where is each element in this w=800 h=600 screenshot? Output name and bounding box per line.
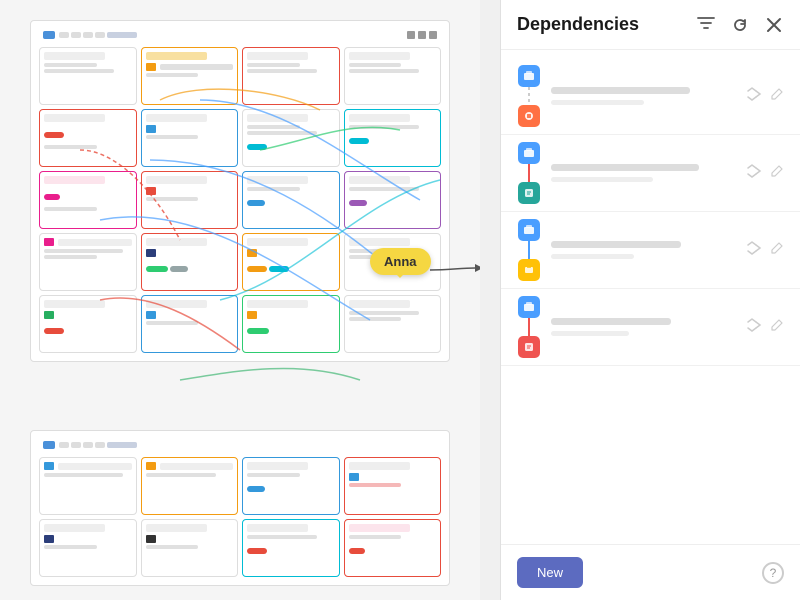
dep-row-1-top — [517, 62, 784, 130]
dep-icon-4-bot — [518, 336, 540, 358]
panel-header: Dependencies — [501, 0, 800, 50]
toolbar-nav — [59, 32, 403, 38]
filter-button[interactable] — [696, 15, 716, 35]
action-icon-1 — [407, 31, 415, 39]
dep-edit-icon-4[interactable] — [770, 318, 784, 337]
bc-2-4 — [344, 519, 442, 577]
dep-content-2 — [551, 164, 736, 182]
dep-group-1 — [501, 58, 800, 135]
card-3-4 — [344, 171, 442, 229]
dep-icon-1-top — [518, 65, 540, 87]
panel-footer: New ? — [501, 544, 800, 600]
cards-row-3 — [39, 171, 441, 229]
card-2-3 — [242, 109, 340, 167]
card-5-1 — [39, 295, 137, 353]
bottom-cards-row-1 — [39, 457, 441, 515]
dep-icon-3-top — [518, 219, 540, 241]
bc-1-2 — [141, 457, 239, 515]
card-3-3 — [242, 171, 340, 229]
conn-group-3 — [517, 219, 541, 281]
card-1-1 — [39, 47, 137, 105]
anna-label: Anna — [384, 254, 417, 269]
card-5-4 — [344, 295, 442, 353]
dep-edit-icon-2[interactable] — [770, 164, 784, 183]
canvas-bottom — [30, 430, 450, 586]
dep-icon-1-bot — [518, 105, 540, 127]
new-button[interactable]: New — [517, 557, 583, 588]
dep-row-4-top — [517, 293, 784, 361]
dep-icon-2-top — [518, 142, 540, 164]
conn-group-2 — [517, 142, 541, 204]
bc-2-1 — [39, 519, 137, 577]
dep-actions-3 — [746, 240, 784, 261]
bc-1-3 — [242, 457, 340, 515]
dep-edit-icon-1[interactable] — [770, 87, 784, 106]
card-5-3 — [242, 295, 340, 353]
bc-1-4 — [344, 457, 442, 515]
canvas-toolbar — [39, 29, 441, 41]
canvas-area: Anna — [0, 0, 480, 600]
bc-2-2 — [141, 519, 239, 577]
dep-actions-4 — [746, 317, 784, 338]
dep-content-3 — [551, 241, 736, 259]
dep-move-icon-3[interactable] — [746, 240, 762, 261]
dep-row-3-top — [517, 216, 784, 284]
card-2-4 — [344, 109, 442, 167]
card-4-2 — [141, 233, 239, 291]
dep-icon-3-bot — [518, 259, 540, 281]
dep-row-2-top — [517, 139, 784, 207]
bottom-cards-row-2 — [39, 519, 441, 577]
card-2-2 — [141, 109, 239, 167]
refresh-button[interactable] — [730, 15, 750, 35]
card-1-2 — [141, 47, 239, 105]
cards-row-2 — [39, 109, 441, 167]
card-2-1 — [39, 109, 137, 167]
dep-group-2 — [501, 135, 800, 212]
card-4-3 — [242, 233, 340, 291]
dep-edit-icon-3[interactable] — [770, 241, 784, 260]
conn-group-4 — [517, 296, 541, 358]
dep-actions-2 — [746, 163, 784, 184]
canvas-main — [30, 20, 450, 362]
dep-move-icon-2[interactable] — [746, 163, 762, 184]
dep-content-1 — [551, 87, 736, 105]
help-button[interactable]: ? — [762, 562, 784, 584]
bc-1-1 — [39, 457, 137, 515]
dep-icon-2-bot — [518, 182, 540, 204]
dep-actions-1 — [746, 86, 784, 107]
panel-header-icons — [696, 15, 784, 35]
dep-group-4 — [501, 289, 800, 366]
dep-move-icon-1[interactable] — [746, 86, 762, 107]
dep-move-icon-4[interactable] — [746, 317, 762, 338]
card-3-1 — [39, 171, 137, 229]
card-4-1 — [39, 233, 137, 291]
close-button[interactable] — [764, 15, 784, 35]
card-1-3 — [242, 47, 340, 105]
bc-2-3 — [242, 519, 340, 577]
panel-title: Dependencies — [517, 14, 696, 35]
anna-tooltip: Anna — [370, 248, 431, 275]
dependencies-panel: Dependencies — [500, 0, 800, 600]
card-5-2 — [141, 295, 239, 353]
dep-content-4 — [551, 318, 736, 336]
action-icon-3 — [429, 31, 437, 39]
cards-row-5 — [39, 295, 441, 353]
dep-icon-4-top — [518, 296, 540, 318]
card-1-4 — [344, 47, 442, 105]
conn-group-1 — [517, 65, 541, 127]
dependencies-list — [501, 50, 800, 544]
action-icon-2 — [418, 31, 426, 39]
dep-group-3 — [501, 212, 800, 289]
cards-row-1 — [39, 47, 441, 105]
toolbar-logo — [43, 31, 55, 39]
card-3-2 — [141, 171, 239, 229]
